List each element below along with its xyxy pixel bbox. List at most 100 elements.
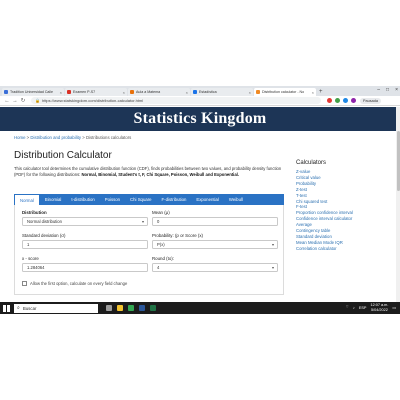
tab-favicon-icon [4,90,8,94]
extension-icon[interactable] [335,98,340,103]
close-window-icon[interactable]: × [395,87,398,93]
taskbar-search-placeholder: Buscar [22,305,37,311]
probability-select[interactable]: P(x) ▾ [152,240,278,249]
tab-favicon-icon [256,90,260,94]
minimize-icon[interactable]: – [377,87,380,93]
breadcrumb-home[interactable]: Home [14,135,25,140]
excel-icon[interactable] [150,305,156,311]
round-label: Round (to): [152,256,174,261]
file-explorer-icon[interactable] [117,305,123,311]
calculator-form: Distribution Normal distribution ▾ Mean … [14,205,284,295]
close-tab-icon[interactable]: × [249,90,251,95]
scrollbar-thumb[interactable] [396,131,400,191]
close-tab-icon[interactable]: × [60,90,62,95]
browser-tab[interactable]: Estadística × [191,88,253,96]
round-select[interactable]: 4 ▾ [152,263,278,272]
page-scrollbar[interactable] [396,107,400,302]
browser-tab[interactable]: Aula a Matema × [128,88,190,96]
windows-taskbar: ⌕ Buscar ⌔ ♪ ESP 12:07 a.m. 5/04/2022 ▭ [0,302,400,314]
mean-input[interactable]: 0 [152,217,278,226]
tab-exponential[interactable]: Exponential [191,194,223,205]
maximize-icon[interactable]: □ [386,87,389,93]
tab-f-distribution[interactable]: F-distribution [157,194,192,205]
intro-text: This calculator tool determines the cumu… [14,166,286,178]
tab-title: Distribution calculator - No [262,90,305,94]
distribution-select[interactable]: Normal distribution ▾ [22,217,148,226]
tab-title: Aula a Matema [136,90,161,94]
auto-calc-option: Allow the first option, calculate on eve… [22,281,127,286]
word-icon[interactable] [139,305,145,311]
tab-favicon-icon [193,90,197,94]
calculator-tabs: Normal Binomial t-distribution Poisson C… [14,194,284,205]
sd-input[interactable]: 1 [22,240,148,249]
reload-icon[interactable]: ↻ [19,98,27,104]
tab-favicon-icon [67,90,71,94]
profile-button[interactable]: Pausada [360,97,381,104]
close-tab-icon[interactable]: × [186,90,188,95]
windows-start-icon[interactable] [2,304,11,313]
tab-weibull[interactable]: Weibull [224,194,248,205]
screen: Tradition Universidad Calle × Examen P-S… [0,86,400,314]
pinned-apps [106,305,156,311]
extension-icon[interactable] [327,98,332,103]
address-bar-row: ← → ↻ 🔒 https://www.statskingdom.com/dis… [0,96,400,106]
xscore-input[interactable]: 1.284064 [22,263,148,272]
tab-binomial[interactable]: Binomial [40,194,66,205]
close-tab-icon[interactable]: × [312,90,314,95]
breadcrumb-current: Distributions calculators [85,135,132,140]
close-tab-icon[interactable]: × [123,90,125,95]
chrome-icon[interactable] [128,305,134,311]
tab-favicon-icon [130,90,134,94]
sd-label: Standard deviation (σ) [22,233,66,238]
sd-value: 1 [27,242,30,247]
url-field[interactable]: 🔒 https://www.statskingdom.com/distribut… [31,97,321,104]
site-title[interactable]: Statistics Kingdom [134,110,267,128]
notifications-icon[interactable]: ▭ [392,305,396,310]
mean-value: 0 [157,219,160,224]
extension-icon[interactable] [351,98,356,103]
tab-title: Estadística [199,90,217,94]
extension-icon[interactable] [343,98,348,103]
browser-tab[interactable]: Tradition Universidad Calle × [2,88,64,96]
breadcrumb-separator: > [82,135,85,140]
tab-poisson[interactable]: Poisson [100,194,125,205]
xscore-label: x - score [22,256,39,261]
window-controls: – □ × [377,87,398,93]
calculators-sidebar: Calculators Z-value Critical value Proba… [296,160,386,252]
forward-icon[interactable]: → [11,98,19,104]
wifi-icon[interactable]: ⌔ [345,305,349,310]
lock-icon: 🔒 [35,98,40,103]
mean-label: Mean (μ) [152,210,170,215]
tab-normal[interactable]: Normal [14,194,40,205]
volume-icon[interactable]: ♪ [353,306,355,310]
tab-title: Tradition Universidad Calle [10,90,54,94]
breadcrumb-parent[interactable]: Distribution and probability [30,135,81,140]
clock-time: 12:07 a.m. [370,303,389,307]
chevron-down-icon: ▾ [271,265,274,270]
chevron-down-icon: ▾ [141,219,144,224]
language-indicator[interactable]: ESP [359,306,367,310]
new-tab-button[interactable]: + [319,88,323,96]
clock[interactable]: 12:07 a.m. 5/04/2022 [370,303,388,312]
task-view-icon[interactable] [106,305,112,311]
browser-tab[interactable]: Examen P-S7 × [65,88,127,96]
intro-distributions: Normal, Binomial, Student's t, F, Chi Sq… [81,172,240,178]
sidebar-heading: Calculators [296,160,327,166]
browser-tab-active[interactable]: Distribution calculator - No × [254,88,316,96]
probability-value: P(x) [157,242,165,247]
url-text: https://www.statskingdom.com/distributio… [41,98,144,103]
distribution-label: Distribution [22,210,47,215]
chevron-down-icon: ▾ [271,242,274,247]
auto-calc-checkbox[interactable] [22,281,27,286]
round-value: 4 [157,265,160,270]
browser-tab-strip: Tradition Universidad Calle × Examen P-S… [0,86,400,96]
tab-title: Examen P-S7 [73,90,96,94]
sidebar-link[interactable]: Correlation calculator [296,246,386,252]
taskbar-search[interactable]: ⌕ Buscar [14,303,98,313]
back-icon[interactable]: ← [3,98,11,104]
tab-chi-square[interactable]: Chi Square [125,194,157,205]
extensions [327,98,356,103]
clock-date: 5/04/2022 [370,307,388,312]
tab-t-distribution[interactable]: t-distribution [66,194,99,205]
page-title: Distribution Calculator [14,150,112,161]
